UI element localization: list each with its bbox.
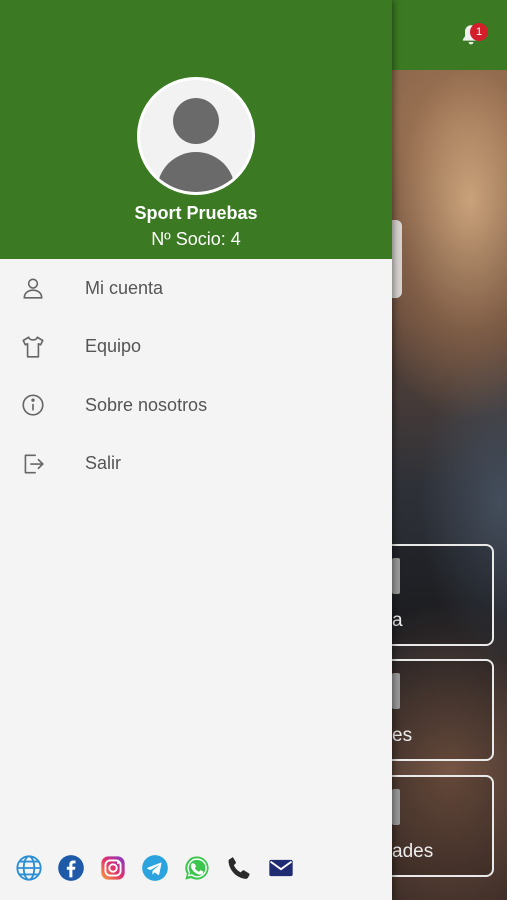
drawer-menu: Mi cuenta Equipo Sobre nosotros Salir [0, 259, 392, 493]
menu-item-mi-cuenta[interactable]: Mi cuenta [0, 259, 392, 318]
user-name: Sport Pruebas [134, 203, 258, 223]
card-icon [392, 673, 400, 709]
avatar[interactable] [137, 77, 255, 195]
instagram-icon[interactable] [98, 853, 128, 883]
menu-item-label: Mi cuenta [85, 277, 164, 298]
user-icon [20, 275, 46, 301]
globe-icon[interactable] [14, 853, 44, 883]
card-icon [392, 558, 400, 594]
shirt-icon [20, 334, 46, 360]
phone-icon[interactable] [224, 853, 254, 883]
avatar-body [157, 152, 235, 192]
avatar-head [173, 98, 219, 144]
telegram-icon[interactable] [140, 853, 170, 883]
menu-item-equipo[interactable]: Equipo [0, 318, 392, 377]
logout-icon [20, 451, 46, 477]
menu-item-label: Salir [85, 453, 122, 474]
card-icon [392, 789, 400, 825]
mail-icon[interactable] [266, 853, 296, 883]
info-icon [20, 392, 46, 418]
whatsapp-icon[interactable] [182, 853, 212, 883]
navigation-drawer: Sport Pruebas Nº Socio: 4 Mi cuenta Equi… [0, 0, 392, 900]
drawer-header: Sport Pruebas Nº Socio: 4 [0, 0, 392, 259]
member-number: Nº Socio: 4 [151, 229, 241, 249]
social-links [14, 853, 308, 883]
menu-item-label: Sobre nosotros [85, 394, 208, 415]
menu-item-label: Equipo [85, 336, 142, 357]
notification-badge: 1 [470, 23, 488, 41]
facebook-icon[interactable] [56, 853, 86, 883]
menu-item-sobre-nosotros[interactable]: Sobre nosotros [0, 376, 392, 435]
menu-item-salir[interactable]: Salir [0, 435, 392, 494]
